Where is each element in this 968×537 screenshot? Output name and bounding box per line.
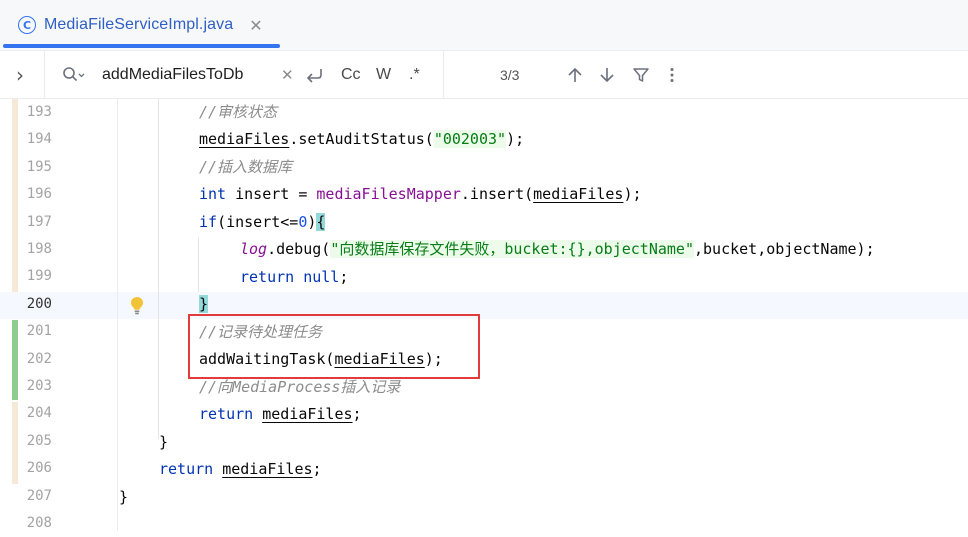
match-counter: 3/3 <box>500 67 520 83</box>
matched-brace: } <box>199 295 209 313</box>
file-tab[interactable]: C MediaFileServiceImpl.java ✕ <box>6 6 263 44</box>
editor-tab-bar: C MediaFileServiceImpl.java ✕ <box>0 0 968 50</box>
new-line-icon[interactable] <box>305 51 325 99</box>
regex-toggle[interactable]: .* <box>409 51 420 99</box>
keyword: return <box>240 268 295 286</box>
code-text: } <box>159 433 169 451</box>
code-text: .insert( <box>460 185 534 203</box>
identifier: mediaFiles <box>262 405 353 423</box>
keyword: return <box>199 405 254 423</box>
code-line-207: } <box>119 484 128 511</box>
keyword: return <box>159 460 214 478</box>
code-line-198: log.debug("向数据库保存文件失败，bucket:{},objectNa… <box>240 236 875 263</box>
divider <box>44 51 45 99</box>
active-tab-indicator <box>3 44 280 48</box>
code-text: (insert<= <box>217 213 299 231</box>
code-text: ; <box>352 405 362 423</box>
string-literal: "向数据库保存文件失败，bucket:{},objectName" <box>330 240 694 258</box>
identifier: mediaFiles <box>222 460 313 478</box>
field: log <box>240 240 268 258</box>
divider <box>443 51 444 99</box>
file-tab-title: MediaFileServiceImpl.java <box>44 16 234 33</box>
code-line-205: } <box>159 429 168 456</box>
code-text: .debug( <box>267 240 331 258</box>
keyword: null <box>303 268 340 286</box>
code-text: ; <box>312 460 322 478</box>
next-occurrence-button[interactable] <box>599 51 615 99</box>
class-icon: C <box>18 16 36 34</box>
matched-brace: { <box>316 213 326 231</box>
enter-icon <box>306 69 322 83</box>
more-options-button[interactable] <box>668 51 676 99</box>
code-line-194: mediaFiles.setAuditStatus("002003"); <box>199 126 524 153</box>
previous-occurrence-button[interactable] <box>567 51 583 99</box>
whole-words-toggle[interactable]: W <box>376 51 391 99</box>
comment: //向MediaProcess插入记录 <box>199 378 401 396</box>
code-text: ); <box>623 185 642 203</box>
comment: //审核状态 <box>199 103 278 121</box>
field: mediaFilesMapper <box>316 185 461 203</box>
code-text: .setAuditStatus( <box>289 130 434 148</box>
close-icon[interactable]: ✕ <box>249 16 262 35</box>
code-line-196: int insert = mediaFilesMapper.insert(med… <box>199 181 642 208</box>
keyword: if <box>199 213 218 231</box>
code-line-197: if(insert<=0){ <box>199 209 326 236</box>
comment: //插入数据库 <box>199 158 293 176</box>
code-line-195: //插入数据库 <box>199 154 292 181</box>
arrow-up-icon <box>568 67 582 82</box>
code-editor[interactable]: //审核状态 mediaFiles.setAuditStatus("002003… <box>0 99 968 531</box>
code-text: ,bucket,objectName); <box>694 240 875 258</box>
code-text: } <box>119 488 129 506</box>
arrow-down-icon <box>600 68 614 83</box>
clear-search-icon[interactable]: ✕ <box>281 51 294 99</box>
more-vertical-icon <box>670 68 674 82</box>
code-line-199: return null; <box>240 264 348 291</box>
code-text: insert = <box>226 185 317 203</box>
search-input[interactable]: addMediaFilesToDb <box>102 51 243 99</box>
find-bar: › addMediaFilesToDb ✕ Cc W .* 3/3 <box>0 50 968 99</box>
code-line-206: return mediaFiles; <box>159 456 322 483</box>
string-literal: "002003" <box>433 130 507 148</box>
expand-replace-icon[interactable]: › <box>16 51 24 99</box>
search-icon <box>63 67 85 82</box>
identifier: mediaFiles <box>533 185 624 203</box>
code-text: ); <box>506 130 525 148</box>
keyword: int <box>199 185 227 203</box>
highlight-annotation-box <box>188 314 480 379</box>
identifier: mediaFiles <box>199 130 290 148</box>
search-history-button[interactable] <box>62 51 86 99</box>
code-text: ; <box>339 268 349 286</box>
match-case-toggle[interactable]: Cc <box>341 51 361 99</box>
code-line-204: return mediaFiles; <box>199 401 362 428</box>
filter-button[interactable] <box>632 51 650 99</box>
code-line-193: //审核状态 <box>199 99 277 126</box>
filter-icon <box>633 68 649 82</box>
